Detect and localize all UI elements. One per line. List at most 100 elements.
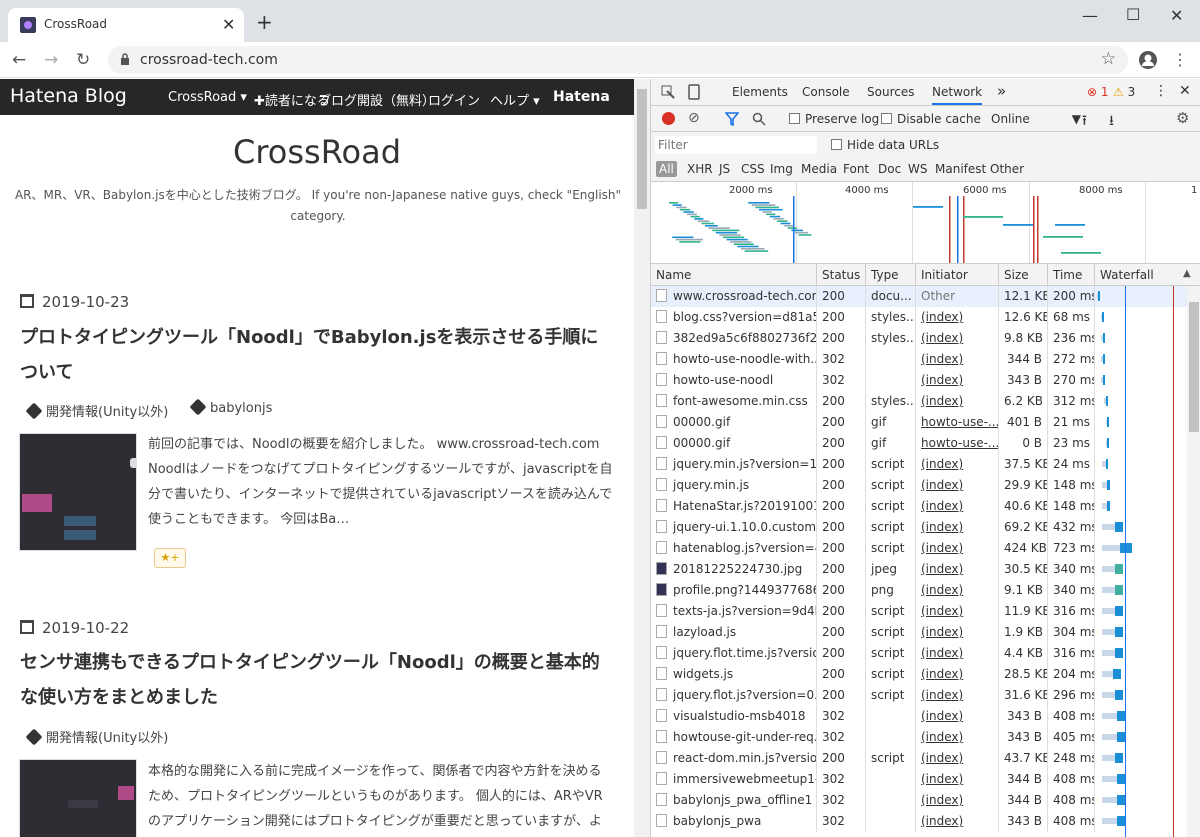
back-icon[interactable]: ←	[12, 50, 26, 70]
post-date[interactable]: 2019-10-22	[20, 619, 129, 637]
post-title[interactable]: センサ連携もできるプロトタイピングツール「Noodl」の概要と基本的な使い方をま…	[20, 645, 610, 715]
clear-icon[interactable]: ⊘	[688, 110, 700, 126]
disable-cache-checkbox[interactable]: Disable cache	[881, 112, 981, 126]
request-name[interactable]: blog.css?version=d81a5...	[651, 307, 817, 328]
network-request-row[interactable]: HatenaStar.js?20191001 200 script (index) 40…	[651, 496, 1187, 517]
network-request-row[interactable]: howto-use-noodl 302 (index) 343 B 270 ms	[651, 370, 1187, 391]
maximize-icon[interactable]: ☐	[1126, 5, 1140, 24]
type-filter-manifest[interactable]: Manifest	[935, 162, 986, 176]
network-request-row[interactable]: blog.css?version=d81a5... 200 styles... (in…	[651, 307, 1187, 328]
network-request-row[interactable]: jquery.min.js 200 script (index) 29.9 KB 148 …	[651, 475, 1187, 496]
reload-icon[interactable]: ↻	[76, 50, 90, 70]
request-initiator[interactable]: (index)	[916, 307, 999, 328]
request-name[interactable]: jquery.min.js?version=1....	[651, 454, 817, 475]
request-name[interactable]: howtouse-git-under-req...	[651, 727, 817, 748]
request-name[interactable]: lazyload.js	[651, 622, 817, 643]
request-name[interactable]: profile.png?1449377686	[651, 580, 817, 601]
post-tag[interactable]: 開発情報(Unity以外)	[25, 727, 168, 746]
search-icon[interactable]	[752, 112, 766, 126]
request-name[interactable]: jquery-ui.1.10.0.custom....	[651, 517, 817, 538]
bookmark-star-icon[interactable]: ☆	[1101, 49, 1116, 69]
type-filter-other[interactable]: Other	[990, 162, 1024, 176]
request-name[interactable]: font-awesome.min.css	[651, 391, 817, 412]
request-name[interactable]: visualstudio-msb4018	[651, 706, 817, 727]
request-initiator[interactable]: (index)	[916, 349, 999, 370]
request-initiator[interactable]: (index)	[916, 370, 999, 391]
import-har-icon[interactable]: ⭱	[1082, 110, 1087, 134]
type-filter-css[interactable]: CSS	[741, 162, 765, 176]
request-name[interactable]: react-dom.min.js?versio...	[651, 748, 817, 769]
post-tag[interactable]: babylonjs	[189, 398, 272, 416]
column-name[interactable]: Name	[651, 264, 817, 286]
post-title[interactable]: プロトタイピングツール「Noodl」でBabylon.jsを表示させる手順につい…	[20, 320, 610, 390]
type-filter-all[interactable]: All	[656, 161, 677, 177]
post-thumbnail[interactable]	[19, 759, 137, 837]
request-initiator[interactable]: (index)	[916, 559, 999, 580]
network-request-row[interactable]: jquery.min.js?version=1.... 200 script (ind…	[651, 454, 1187, 475]
request-initiator[interactable]: (index)	[916, 391, 999, 412]
tab-network[interactable]: Network	[932, 85, 983, 105]
column-size[interactable]: Size	[999, 264, 1048, 286]
post-date[interactable]: 2019-10-23	[20, 293, 129, 311]
throttling-select[interactable]: Online ▼	[991, 112, 1081, 126]
network-overview-timeline[interactable]: 2000 ms 4000 ms 6000 ms 8000 ms 1	[651, 182, 1200, 264]
new-tab-button[interactable]: +	[256, 12, 273, 32]
omnibox[interactable]: crossroad-tech.com ☆	[108, 46, 1128, 74]
request-initiator[interactable]: (index)	[916, 727, 999, 748]
network-request-row[interactable]: immersivewebmeetup1-... 302 (index) 344 B 40…	[651, 769, 1187, 790]
request-name[interactable]: 00000.gif	[651, 412, 817, 433]
request-name[interactable]: babylonjs_pwa	[651, 811, 817, 832]
network-request-row[interactable]: hatenablog.js?version=4...200script(inde…	[651, 538, 1187, 559]
header-help[interactable]: ヘルプ ▾	[490, 90, 540, 109]
add-star-button[interactable]: ★+	[154, 548, 186, 568]
forward-icon[interactable]: →	[44, 50, 58, 70]
page-scrollbar[interactable]	[634, 79, 650, 837]
devtools-menu-icon[interactable]: ⋮	[1154, 83, 1168, 99]
page-scrollbar-thumb[interactable]	[637, 89, 647, 209]
post-thumbnail[interactable]	[19, 433, 137, 551]
request-initiator[interactable]: (index)	[916, 580, 999, 601]
network-request-row[interactable]: 382ed9a5c6f8802736f2e...200styles...(ind…	[651, 328, 1187, 349]
network-request-row[interactable]: font-awesome.min.css 200 styles... (index) 6…	[651, 391, 1187, 412]
network-request-row[interactable]: howtouse-git-under-req... 302 (index) 343 B…	[651, 727, 1187, 748]
header-open-blog[interactable]: ブログ開設（無料）	[318, 90, 435, 109]
browser-tab[interactable]: CrossRoad ✕	[8, 8, 244, 42]
request-initiator[interactable]: (index)	[916, 517, 999, 538]
tab-elements[interactable]: Elements	[732, 85, 788, 99]
minimize-icon[interactable]: —	[1082, 6, 1098, 25]
request-initiator[interactable]: (index)	[916, 685, 999, 706]
network-request-row[interactable]: jquery-ui.1.10.0.custom.... 200 script (ind…	[651, 517, 1187, 538]
post-tag[interactable]: 開発情報(Unity以外)	[25, 401, 168, 420]
request-initiator[interactable]: (index)	[916, 496, 999, 517]
header-hatena-logo[interactable]: Hatena	[553, 89, 610, 105]
column-time[interactable]: Time	[1048, 264, 1095, 286]
request-initiator[interactable]: howto-use-...	[916, 412, 999, 433]
request-name[interactable]: hatenablog.js?version=4...	[651, 538, 817, 559]
type-filter-doc[interactable]: Doc	[878, 162, 901, 176]
type-filter-js[interactable]: JS	[719, 162, 730, 176]
close-devtools-icon[interactable]: ✕	[1179, 83, 1191, 99]
request-initiator[interactable]: (index)	[916, 664, 999, 685]
request-initiator[interactable]: (index)	[916, 790, 999, 811]
header-login[interactable]: ログイン	[428, 90, 480, 109]
network-request-row[interactable]: widgets.js 200 script (index) 28.5 KB 204 ms	[651, 664, 1187, 685]
header-blog-menu[interactable]: CrossRoad ▾	[168, 90, 247, 105]
hatena-blog-logo[interactable]: Hatena Blog	[10, 85, 127, 107]
tab-console[interactable]: Console	[802, 85, 850, 99]
network-request-row[interactable]: jquery.flot.js?version=0.... 200 script (in…	[651, 685, 1187, 706]
inspect-element-icon[interactable]	[661, 85, 675, 99]
export-har-icon[interactable]: ⭳	[1109, 110, 1114, 134]
network-request-row[interactable]: www.crossroad-tech.com 200 docu... Other 12.…	[651, 286, 1187, 307]
close-window-icon[interactable]: ✕	[1170, 6, 1183, 25]
request-name[interactable]: jquery.flot.js?version=0....	[651, 685, 817, 706]
warning-count-badge[interactable]: ⚠ 3	[1113, 85, 1135, 99]
network-request-row[interactable]: visualstudio-msb4018 302 (index) 343 B 408 m…	[651, 706, 1187, 727]
profile-icon[interactable]	[1138, 50, 1158, 70]
network-request-row[interactable]: 00000.gif 200 gif howto-use-... 0 B 23 ms	[651, 433, 1187, 454]
column-initiator[interactable]: Initiator	[916, 264, 999, 286]
request-name[interactable]: howto-use-noodl	[651, 370, 817, 391]
request-initiator[interactable]: (index)	[916, 706, 999, 727]
request-name[interactable]: HatenaStar.js?20191001	[651, 496, 817, 517]
request-name[interactable]: www.crossroad-tech.com	[651, 286, 817, 307]
type-filter-img[interactable]: Img	[770, 162, 793, 176]
